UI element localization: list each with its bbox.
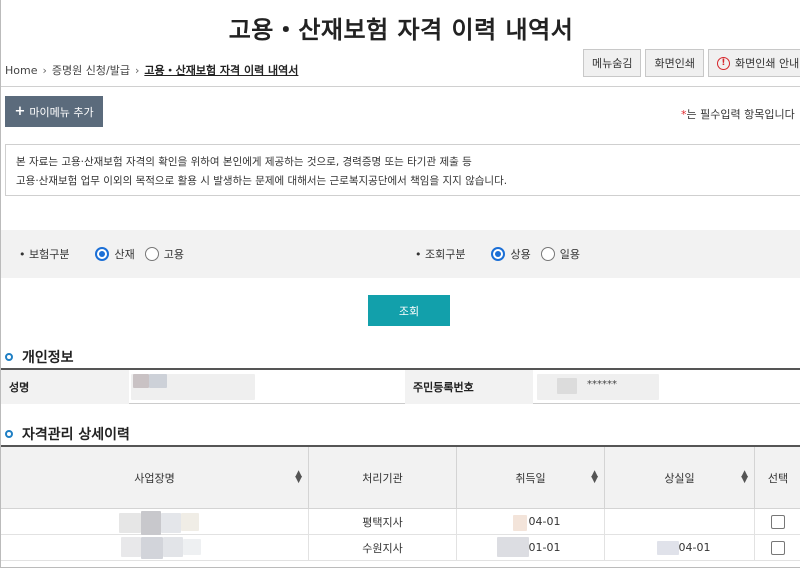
sort-icon[interactable]: ▲ ▼ <box>591 470 598 485</box>
radio-inquiry-sangyong[interactable]: 상용 <box>491 246 531 262</box>
radio-inquiry-ilyong[interactable]: 일용 <box>540 246 580 262</box>
radio-icon[interactable] <box>144 247 159 261</box>
required-note: *는 필수입력 항목입니다 <box>681 108 795 121</box>
chevron-right-icon: › <box>134 64 140 77</box>
column-header-acquired[interactable]: 취득일 ▲ ▼ <box>457 447 605 509</box>
notice-line-2: 고용·산재보험 업무 이외의 목적으로 활용 시 발생하는 문제에 대해서는 근… <box>16 175 508 187</box>
section-bullet-icon <box>5 353 13 361</box>
redacted-block <box>183 539 201 555</box>
redacted-block <box>121 537 141 557</box>
redacted-block <box>133 374 149 388</box>
filter-area: • 보험구분 산재 고용 • 조회구분 상용 일용 <box>1 230 800 278</box>
redacted-block <box>557 378 577 394</box>
rrn-value: ****** <box>533 370 800 404</box>
redacted-block <box>161 513 181 533</box>
insurance-type-group: • 보험구분 산재 고용 <box>19 230 194 278</box>
notice-line-1: 본 자료는 고용·산재보험 자격의 확인을 위하여 본인에게 제공하는 것으로,… <box>16 156 472 168</box>
rrn-label: 주민등록번호 <box>405 370 533 404</box>
radio-selected-icon[interactable] <box>491 247 506 261</box>
redacted-block <box>657 541 679 555</box>
history-table: 사업장명 ▲ ▼ 처리기관 취득일 ▲ ▼ 상실일 ▲ ▼ 선택 평택지사 04-01 수원… <box>1 445 800 561</box>
table-cell-select <box>755 509 800 535</box>
search-button[interactable]: 조회 <box>368 295 450 326</box>
radio-icon[interactable] <box>540 247 555 261</box>
radio-insurance-sanjae[interactable]: 산재 <box>95 246 135 262</box>
insurance-type-label: • 보험구분 <box>19 248 70 261</box>
table-cell-workplace <box>1 509 309 535</box>
redacted-block <box>119 513 141 533</box>
inquiry-type-label: • 조회구분 <box>415 248 466 261</box>
column-header-lost[interactable]: 상실일 ▲ ▼ <box>605 447 755 509</box>
radio-selected-icon[interactable] <box>95 247 110 261</box>
header-divider <box>1 86 800 87</box>
menu-hide-button[interactable]: 메뉴숨김 <box>583 49 642 77</box>
print-guide-button[interactable]: ! 화면인쇄 안내 <box>707 49 800 77</box>
chevron-right-icon: › <box>42 64 47 77</box>
table-cell-select <box>755 535 800 561</box>
add-my-menu-button[interactable]: + 마이메뉴 추가 <box>5 96 103 127</box>
redacted-block <box>513 515 527 531</box>
redacted-block <box>149 374 167 388</box>
section-bullet-icon <box>5 430 13 438</box>
table-cell-agency: 수원지사 <box>309 535 457 561</box>
radio-insurance-goyong[interactable]: 고용 <box>144 246 184 262</box>
redacted-block <box>181 513 199 531</box>
table-cell-workplace <box>1 535 309 561</box>
breadcrumb-home[interactable]: Home <box>5 64 37 77</box>
column-header-workplace[interactable]: 사업장명 ▲ ▼ <box>1 447 309 509</box>
row-checkbox[interactable] <box>771 514 785 529</box>
table-cell-lost: -04-01 <box>605 535 755 561</box>
column-header-agency[interactable]: 처리기관 <box>309 447 457 509</box>
redacted-block <box>141 537 163 559</box>
table-cell-acquired: 04-01 <box>457 509 605 535</box>
redacted-block <box>163 537 183 557</box>
table-cell-agency: 평택지사 <box>309 509 457 535</box>
name-label: 성명 <box>1 370 129 404</box>
personal-info-heading: 개인정보 <box>5 347 74 367</box>
personal-info-table: 성명 주민등록번호 ****** <box>1 368 800 404</box>
plus-icon: + <box>14 104 26 119</box>
page-title: 고용・산재보험 자격 이력 내역서 <box>228 16 574 44</box>
print-button[interactable]: 화면인쇄 <box>645 49 704 77</box>
table-cell-lost <box>605 509 755 535</box>
row-checkbox[interactable] <box>771 540 785 555</box>
page-frame: 고용・산재보험 자격 이력 내역서 Home › 증명원 신청/발급 › 고용・산재보험… <box>0 0 800 568</box>
breadcrumb-level1[interactable]: 증명원 신청/발급 <box>52 64 130 77</box>
redacted-block <box>497 537 529 557</box>
table-cell-acquired: 01-01 <box>457 535 605 561</box>
history-heading: 자격관리 상세이력 <box>5 424 130 444</box>
inquiry-type-group: • 조회구분 상용 일용 <box>415 230 590 278</box>
breadcrumb: Home › 증명원 신청/발급 › 고용・산재보험 자격 이력 내역서 <box>5 62 298 78</box>
name-value <box>129 370 405 404</box>
redacted-block <box>141 511 161 535</box>
column-header-select: 선택 <box>755 447 800 509</box>
sort-icon[interactable]: ▲ ▼ <box>295 470 302 485</box>
sort-icon[interactable]: ▲ ▼ <box>741 470 748 485</box>
notice-box: 본 자료는 고용·산재보험 자격의 확인을 위하여 본인에게 제공하는 것으로,… <box>5 144 800 196</box>
rrn-masked: ****** <box>587 379 617 390</box>
top-button-group: 메뉴숨김 화면인쇄 ! 화면인쇄 안내 <box>583 49 800 77</box>
warning-icon: ! <box>716 56 730 70</box>
breadcrumb-current[interactable]: 고용・산재보험 자격 이력 내역서 <box>144 64 298 77</box>
